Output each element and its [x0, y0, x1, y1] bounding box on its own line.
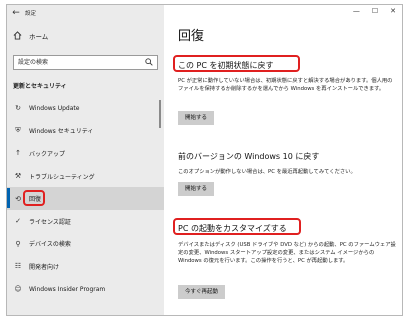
sidebar-item-label: Windows セキュリティ: [29, 128, 94, 136]
section-heading-go-back: 前のバージョンの Windows 10 に戻す: [178, 152, 320, 161]
section-label: 更新とセキュリティ: [13, 83, 67, 90]
section-text-advanced-startup: デバイスまたはディスク (USB ドライブや DVD など) からの起動、PC …: [178, 242, 396, 264]
home-icon: [13, 31, 23, 41]
refresh-icon: ↻: [15, 104, 21, 113]
highlight-box: [23, 190, 45, 207]
app-title: 設定: [25, 11, 37, 17]
shield-icon: ⛨: [15, 126, 21, 135]
sidebar: ← 設定 ホーム 設定の検索 更新とセキュリティ ↻ Windows Updat…: [7, 5, 164, 315]
sidebar-item-label: デバイスの検索: [29, 241, 71, 249]
search-input[interactable]: 設定の検索: [13, 55, 158, 70]
history-icon: ⟲: [15, 194, 21, 203]
go-back-start-button[interactable]: 開始する: [178, 182, 215, 196]
wrench-icon: ⚒: [14, 172, 22, 181]
sidebar-item-label: バックアップ: [29, 150, 66, 158]
sidebar-item-troubleshoot[interactable]: ⚒ トラブルシューティング: [7, 165, 164, 188]
sidebar-item-windows-update[interactable]: ↻ Windows Update: [7, 97, 164, 120]
home-label: ホーム: [29, 33, 49, 41]
sidebar-item-label: Windows Update: [29, 104, 80, 112]
home-link[interactable]: ホーム: [13, 31, 48, 41]
minimize-button[interactable]: —: [353, 7, 360, 15]
sidebar-item-insider-program[interactable]: ☺ Windows Insider Program: [7, 278, 164, 301]
reset-pc-start-button[interactable]: 開始する: [178, 111, 215, 125]
section-text-go-back: このオプションが動作しない場合は、PC を最近再起動してみてください。: [178, 169, 356, 175]
sidebar-item-find-my-device[interactable]: ⚲ デバイスの検索: [7, 233, 164, 256]
sidebar-nav: ↻ Windows Update ⛨ Windows セキュリティ ↑ バックア…: [7, 97, 164, 300]
insider-icon: ☺: [14, 285, 22, 294]
highlight-box: [173, 218, 301, 235]
selection-indicator: [7, 188, 10, 209]
back-button[interactable]: ←: [7, 5, 25, 21]
developer-icon: ☷: [14, 262, 22, 271]
check-circle-icon: ✓: [15, 217, 21, 226]
window-controls: — ☐ ✕: [353, 7, 396, 15]
person-pin-icon: ⚲: [15, 239, 21, 248]
maximize-button[interactable]: ☐: [372, 7, 378, 15]
settings-window: ← 設定 ホーム 設定の検索 更新とセキュリティ ↻ Windows Updat…: [6, 4, 403, 316]
sidebar-item-label: Windows Insider Program: [29, 285, 106, 293]
upload-icon: ↑: [15, 149, 21, 158]
sidebar-item-label: 開発者向け: [29, 263, 60, 271]
search-icon: [145, 58, 153, 66]
sidebar-item-for-developers[interactable]: ☷ 開発者向け: [7, 255, 164, 278]
sidebar-item-label: トラブルシューティング: [29, 173, 95, 181]
main-content: — ☐ ✕ 回復 この PC を初期状態に戻す PC が正常に動作していない場合…: [164, 5, 402, 315]
sidebar-scrollbar[interactable]: [159, 100, 161, 128]
sidebar-item-recovery[interactable]: ⟲ 回復: [7, 187, 164, 210]
close-button[interactable]: ✕: [390, 7, 396, 15]
title-bar: ← 設定: [7, 5, 36, 21]
restart-now-button[interactable]: 今すぐ再起動: [178, 285, 226, 299]
page-title: 回復: [178, 29, 205, 44]
sidebar-item-activation[interactable]: ✓ ライセンス認証: [7, 210, 164, 233]
sidebar-item-windows-security[interactable]: ⛨ Windows セキュリティ: [7, 120, 164, 143]
sidebar-item-label: ライセンス認証: [29, 218, 71, 226]
highlight-box: [173, 55, 300, 72]
section-text-reset-pc: PC が正常に動作していない場合は、初期状態に戻すと解決する場合があります。個人…: [178, 78, 393, 92]
search-placeholder: 設定の検索: [18, 59, 49, 66]
sidebar-item-backup[interactable]: ↑ バックアップ: [7, 142, 164, 165]
